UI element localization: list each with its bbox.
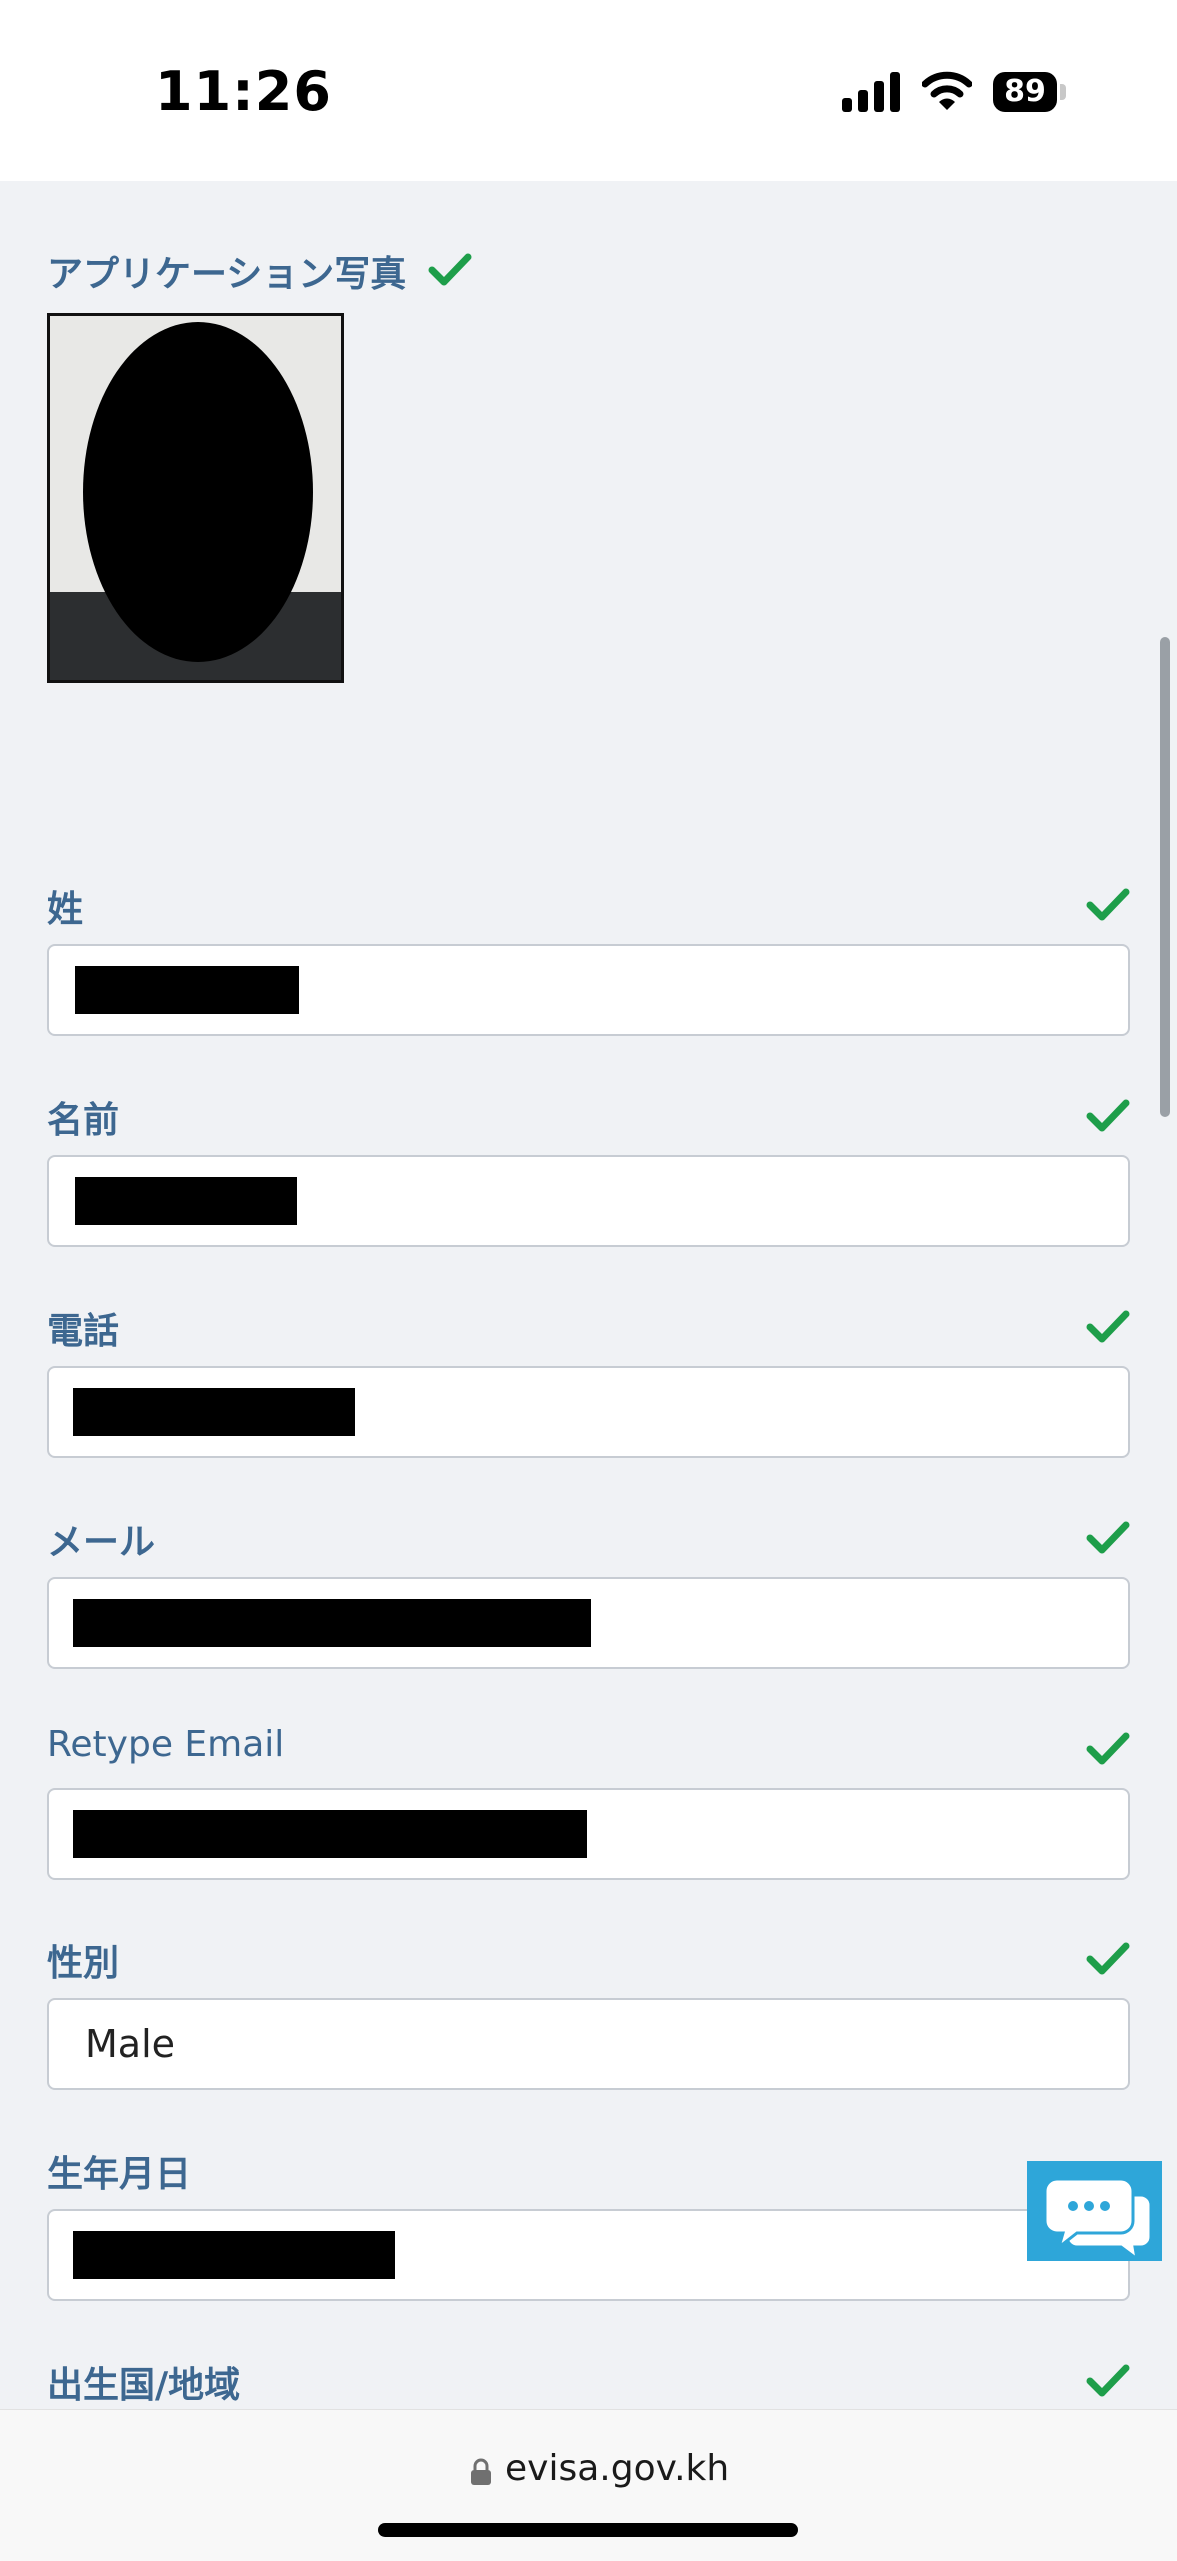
gender-select[interactable]: Male — [47, 1998, 1130, 2090]
cellular-signal-icon — [842, 72, 900, 112]
check-icon — [1086, 1732, 1130, 1765]
url-bar[interactable]: evisa.gov.kh — [0, 2409, 1177, 2561]
check-icon — [428, 253, 472, 286]
photo-section-title: アプリケーション写真 — [47, 254, 407, 295]
given-name-label: 名前 — [47, 1100, 120, 1141]
dob-label: 生年月日 — [47, 2154, 192, 2195]
gender-label: 性別 — [47, 1943, 120, 1984]
given-name-input[interactable] — [47, 1155, 1130, 1247]
phone-input[interactable] — [47, 1366, 1130, 1458]
redacted-value — [73, 1810, 587, 1858]
phone-label: 電話 — [47, 1311, 120, 1352]
battery-cap — [1060, 84, 1066, 100]
check-icon — [1086, 1942, 1130, 1975]
dob-input[interactable] — [47, 2209, 1130, 2301]
photo-redaction — [83, 322, 313, 662]
scrollbar-thumb[interactable] — [1160, 637, 1170, 1117]
redacted-value — [73, 1599, 591, 1647]
check-icon — [1086, 1521, 1130, 1554]
surname-input[interactable] — [47, 944, 1130, 1036]
birth-country-label: 出生国/地域 — [47, 2365, 241, 2406]
applicant-photo[interactable] — [47, 313, 344, 683]
email-input[interactable] — [47, 1577, 1130, 1669]
check-icon — [1086, 888, 1130, 921]
redacted-value — [75, 1177, 297, 1225]
check-icon — [1086, 1099, 1130, 1132]
redacted-value — [75, 966, 299, 1014]
check-icon — [1086, 1310, 1130, 1343]
status-bar: 11:26 89 — [0, 0, 1177, 181]
check-icon — [1086, 2364, 1130, 2397]
chat-bubbles-icon — [1043, 2177, 1153, 2263]
redacted-value — [73, 2231, 395, 2279]
battery-icon: 89 — [993, 72, 1057, 112]
retype-email-input[interactable] — [47, 1788, 1130, 1880]
retype-email-label: Retype Email — [47, 1724, 285, 1765]
lock-icon — [471, 2458, 491, 2485]
status-time: 11:26 — [155, 60, 332, 123]
home-indicator[interactable] — [378, 2523, 798, 2537]
form-content: アプリケーション写真 姓 名前 電話 メール Retype Email 性別 M… — [0, 181, 1177, 2409]
wifi-icon — [922, 71, 972, 110]
redacted-value — [73, 1388, 355, 1436]
chat-button[interactable] — [1027, 2161, 1162, 2263]
url-domain[interactable]: evisa.gov.kh — [505, 2448, 729, 2489]
gender-value: Male — [85, 2022, 176, 2066]
email-label: メール — [47, 1522, 156, 1563]
surname-label: 姓 — [47, 889, 84, 930]
